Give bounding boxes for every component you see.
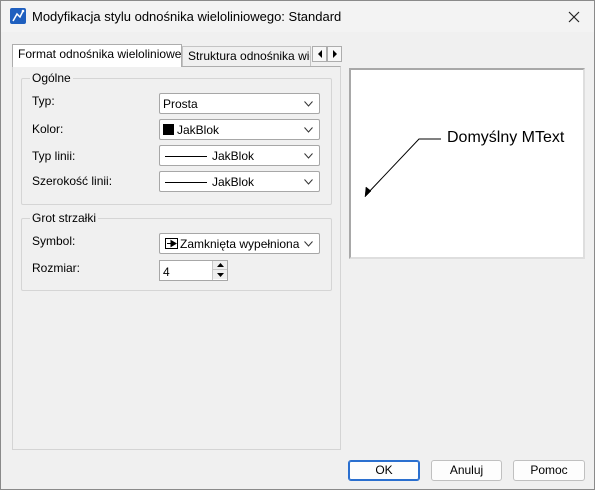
arrowhead-group-title: Grot strzałki xyxy=(30,211,99,225)
size-value[interactable]: 4 xyxy=(163,265,170,279)
close-button[interactable] xyxy=(554,1,594,32)
preview-pane: Domyślny MText xyxy=(349,68,585,259)
dialog-window: Modyfikacja stylu odnośnika wieloliniowe… xyxy=(0,0,595,490)
help-button[interactable]: Pomoc xyxy=(513,460,585,481)
size-spinner[interactable]: 4 xyxy=(159,260,228,281)
mleader-style-icon xyxy=(10,8,26,24)
type-label: Typ: xyxy=(32,94,55,108)
linetype-sample xyxy=(165,156,207,157)
chevron-down-icon xyxy=(304,179,313,185)
type-dropdown[interactable]: Prosta xyxy=(159,93,320,114)
size-label: Rozmiar: xyxy=(32,261,81,275)
tab-label: Format odnośnika wieloliniowego xyxy=(18,47,182,61)
title-bar: Modyfikacja stylu odnośnika wieloliniowe… xyxy=(1,1,594,32)
tab-leader-format[interactable]: Format odnośnika wieloliniowego xyxy=(12,44,182,67)
tab-scroll-right-button[interactable] xyxy=(327,46,342,62)
color-label: Kolor: xyxy=(32,122,64,136)
close-icon xyxy=(568,11,580,22)
spin-up-icon xyxy=(216,263,224,267)
closed-filled-arrow-icon xyxy=(165,238,178,249)
color-dropdown[interactable]: JakBlok xyxy=(159,119,320,140)
spin-up-button[interactable] xyxy=(213,261,227,270)
ok-button[interactable]: OK xyxy=(348,460,420,481)
spin-down-button[interactable] xyxy=(213,270,227,279)
tab-panel: Ogólne Typ: Prosta Kolor: JakBlok Typ li… xyxy=(12,66,341,450)
tab-label: Struktura odnośnika wielo xyxy=(188,49,310,63)
general-group: Ogólne Typ: Prosta Kolor: JakBlok Typ li… xyxy=(21,71,332,205)
chevron-down-icon xyxy=(304,127,313,133)
type-value: Prosta xyxy=(163,97,198,111)
lineweight-value: JakBlok xyxy=(212,175,255,189)
chevron-down-icon xyxy=(304,241,313,247)
arrowhead-group: Grot strzałki Symbol: Zamknięta wypełnio… xyxy=(21,211,332,291)
cancel-button[interactable]: Anuluj xyxy=(431,460,502,481)
chevron-down-icon xyxy=(304,101,313,107)
linetype-value: JakBlok xyxy=(212,149,255,163)
chevron-left-icon xyxy=(317,50,322,58)
window-title: Modyfikacja stylu odnośnika wieloliniowe… xyxy=(32,9,342,24)
chevron-down-icon xyxy=(304,153,313,159)
linetype-dropdown[interactable]: JakBlok xyxy=(159,145,320,166)
color-value: JakBlok xyxy=(177,123,220,137)
tab-scroll-left-button[interactable] xyxy=(312,46,327,62)
symbol-dropdown[interactable]: Zamknięta wypełniona xyxy=(159,233,320,254)
lineweight-dropdown[interactable]: JakBlok xyxy=(159,171,320,192)
lineweight-sample xyxy=(165,182,207,183)
general-group-title: Ogólne xyxy=(30,71,73,85)
spin-buttons xyxy=(212,261,227,280)
tab-leader-structure[interactable]: Struktura odnośnika wielo xyxy=(182,46,311,66)
tab-strip: Format odnośnika wieloliniowego Struktur… xyxy=(12,44,343,67)
linetype-label: Typ linii: xyxy=(32,149,76,163)
symbol-label: Symbol: xyxy=(32,234,76,248)
color-swatch xyxy=(163,124,174,135)
color-value-wrap: JakBlok xyxy=(163,123,219,137)
lineweight-label: Szerokość linii: xyxy=(32,174,113,188)
spin-down-icon xyxy=(216,272,224,277)
symbol-value: Zamknięta wypełniona xyxy=(180,237,300,251)
leader-preview-drawing xyxy=(364,138,441,198)
chevron-right-icon xyxy=(332,50,337,58)
preview-mtext: Domyślny MText xyxy=(447,129,565,146)
